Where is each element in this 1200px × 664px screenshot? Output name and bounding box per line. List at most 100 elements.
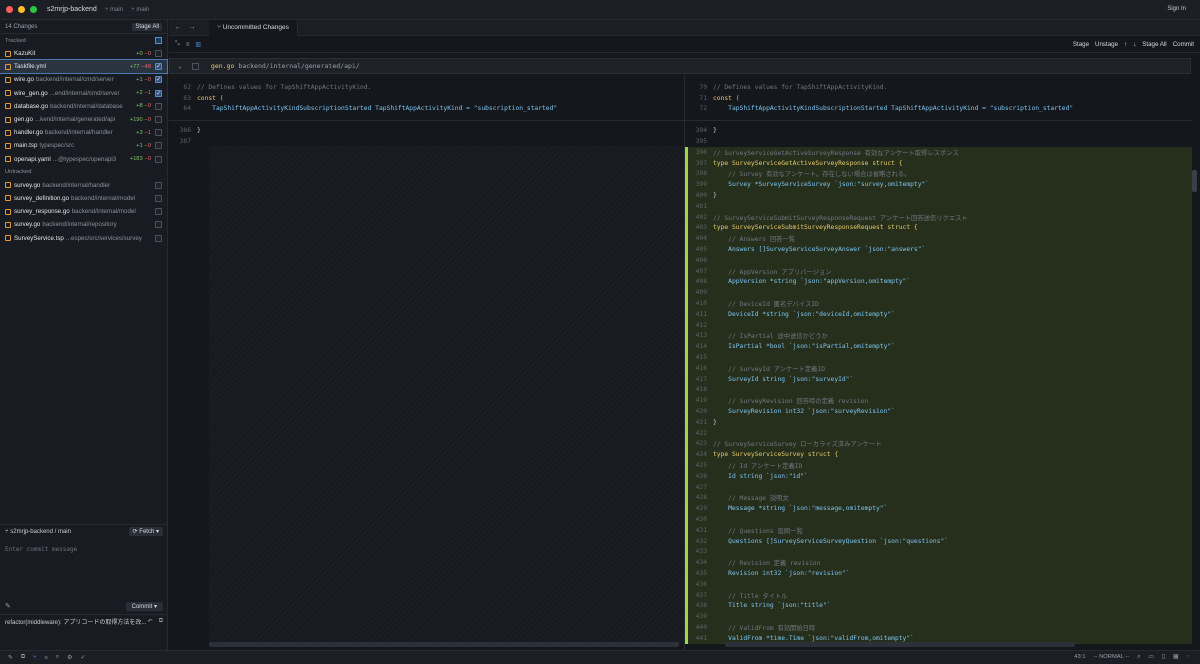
code-line[interactable]: 439 — [685, 611, 1192, 623]
stage-checkbox[interactable] — [155, 50, 162, 58]
stage-checkbox[interactable] — [155, 116, 162, 124]
code-line[interactable]: 437 // Title タイトル — [685, 589, 1192, 601]
commit-message-input[interactable]: Enter commit message — [0, 542, 168, 598]
files-icon[interactable]: ⧉ — [21, 654, 25, 661]
panel-icon[interactable]: ▯ — [1162, 654, 1165, 661]
vertical-scrollbar[interactable] — [1192, 170, 1197, 192]
file-row[interactable]: database.go backend/internal/database +8 −… — [0, 100, 167, 113]
stage-checkbox[interactable] — [155, 102, 162, 110]
commit-button[interactable]: Commit ▾ — [125, 601, 163, 611]
file-row[interactable]: survey_response.go backend/internal/model — [0, 205, 167, 218]
fetch-button[interactable]: ⟳ Fetch ▾ — [128, 527, 163, 536]
file-row[interactable]: handler.go backend/internal/handler +3 −1 — [0, 126, 167, 139]
sign-in-button[interactable]: Sign In — [1167, 6, 1186, 12]
commit-top-button[interactable]: Commit — [1173, 41, 1194, 48]
code-line[interactable]: 402 // SurveyServiceSubmitSurveyResponseR… — [685, 211, 1192, 223]
code-line[interactable]: 426 Id string `json:"id"` — [685, 471, 1192, 482]
file-diff-header[interactable]: ⌄ gen.go backend/internal/generated/api/ — [169, 58, 1191, 74]
stage-checkbox[interactable]: ✓ — [155, 89, 162, 97]
tab-uncommitted-changes[interactable]: ⑂ Uncommitted Changes — [209, 19, 298, 36]
code-line[interactable]: 408 AppVersion *string `json:"appVersion… — [685, 276, 1192, 288]
stage-all-button[interactable]: Stage All — [132, 22, 162, 31]
code-line[interactable]: 407 // AppVersion アプリバージョン — [685, 265, 1192, 277]
copy-icon[interactable]: ⧉ — [159, 618, 163, 625]
code-line[interactable]: 412 — [685, 319, 1192, 331]
code-line[interactable]: 394} — [685, 125, 1192, 136]
code-line[interactable]: 421} — [685, 417, 1192, 428]
code-line[interactable]: 424 type SurveyServiceSurvey struct { — [685, 449, 1192, 461]
check-icon[interactable]: ✓ — [80, 655, 85, 661]
stage-checkbox[interactable]: ✓ — [155, 76, 162, 84]
stage-checkbox[interactable] — [155, 221, 162, 229]
code-line[interactable]: 399 Survey *SurveyServiceSurvey `json:"s… — [685, 179, 1192, 191]
code-line[interactable]: 395 — [685, 136, 1192, 147]
code-line[interactable]: 64 TapShiftAppActivityKindSubscriptionSt… — [169, 104, 684, 115]
code-line[interactable]: 397 type SurveyServiceGetActiveSurveyResp… — [685, 157, 1192, 169]
code-line[interactable]: 404 // Answers 回答一覧 — [685, 233, 1192, 245]
split-view-icon[interactable]: ▥ — [195, 41, 201, 48]
undo-icon[interactable]: ↶ — [148, 618, 153, 625]
layout-icon[interactable]: ▦ — [1173, 654, 1178, 661]
down-arrow-icon[interactable]: ↓ — [1133, 41, 1136, 48]
code-line[interactable]: 436 — [685, 579, 1192, 590]
code-line[interactable]: 428 // Message 説明文 — [685, 492, 1192, 504]
unified-view-icon[interactable]: ≡ — [186, 42, 190, 48]
code-line[interactable]: 440 // ValidFrom 有効開始日時 — [685, 622, 1192, 633]
code-line[interactable]: 410 // DeviceId 匿名デバイスID — [685, 298, 1192, 309]
forward-arrow-icon[interactable]: → — [187, 24, 197, 31]
code-line[interactable]: 429 Message *string `json:"message,omite… — [685, 503, 1192, 515]
unstage-button[interactable]: Unstage — [1095, 41, 1118, 48]
stage-checkbox[interactable] — [155, 155, 162, 163]
window-controls[interactable] — [6, 6, 37, 13]
code-line[interactable]: 414 IsPartial *bool `json:"isPartial,omi… — [685, 341, 1192, 353]
code-line[interactable]: 432 Questions []SurveyServiceSurveyQuest… — [685, 535, 1192, 547]
file-row[interactable]: KazuKit +0 −0 — [0, 47, 167, 60]
stage-checkbox[interactable]: ✓ — [155, 63, 162, 71]
code-line[interactable]: 63 const ( — [169, 93, 684, 104]
left-diff-pane[interactable]: 62 // Defines values for TapShiftAppActiv… — [169, 75, 684, 650]
zoom-window-button[interactable] — [30, 6, 37, 13]
settings-icon[interactable]: ⚙ — [67, 655, 72, 661]
repo-name[interactable]: s2mrjp-backend — [47, 6, 97, 13]
file-row[interactable]: main.tsp typespec/src +1 −0 — [0, 139, 167, 152]
code-line[interactable]: 411 DeviceId *string `json:"deviceId,omi… — [685, 309, 1192, 320]
close-window-button[interactable] — [6, 6, 13, 13]
branch-icon[interactable]: ⑂ — [33, 655, 36, 661]
code-line[interactable]: 401 — [685, 201, 1192, 212]
file-row[interactable]: gen.go ...kend/internal/generated/api +190… — [0, 113, 167, 126]
stage-button[interactable]: Stage — [1073, 41, 1089, 48]
right-diff-pane[interactable]: 70 // Defines values for TapShiftAppActiv… — [685, 75, 1192, 650]
code-line[interactable]: 387 — [169, 136, 684, 147]
code-line[interactable]: 430 — [685, 514, 1192, 525]
chevron-down-icon[interactable]: ⌄ — [178, 62, 182, 70]
branch-b[interactable]: ⑂ main — [131, 7, 149, 13]
file-row[interactable]: survey_definition.go backend/internal/mod… — [0, 192, 167, 205]
code-line[interactable]: 434 // Revision 定義 revision — [685, 557, 1192, 569]
edit-icon[interactable]: ✎ — [8, 655, 13, 661]
code-line[interactable]: 427 — [685, 481, 1192, 493]
code-line[interactable]: 403 type SurveyServiceSubmitSurveyRespons… — [685, 222, 1192, 234]
file-row[interactable]: wire.go backend/internal/cmd/server +1 −0 ✓ — [0, 73, 167, 86]
right-horizontal-scrollbar[interactable] — [725, 642, 1075, 647]
pencil-icon[interactable]: ✎ — [5, 602, 11, 610]
code-line[interactable]: 416 // SurveyId アンケート定義ID — [685, 363, 1192, 374]
code-line[interactable]: 425 // Id アンケート定義ID — [685, 460, 1192, 471]
code-line[interactable]: 423 // SurveyServiceSurvey ローカライズ済みアンケート — [685, 438, 1192, 450]
code-line[interactable]: 386} — [169, 125, 684, 136]
code-line[interactable]: 71 const ( — [685, 93, 1192, 104]
code-line[interactable]: 438 Title string `json:"title"` — [685, 600, 1192, 612]
stage-checkbox[interactable] — [155, 208, 162, 216]
code-line[interactable]: 398 // Survey 有効なアンケート。存在しない場合は省略される。 — [685, 168, 1192, 180]
code-line[interactable]: 422 — [685, 427, 1192, 439]
code-line[interactable]: 413 // IsPartial 途中送信かどうか — [685, 330, 1192, 342]
code-line[interactable]: 405 Answers []SurveyServiceSurveyAnswer … — [685, 244, 1192, 255]
stage-checkbox[interactable] — [155, 129, 162, 137]
code-line[interactable]: 418 — [685, 384, 1192, 396]
code-line[interactable]: 72 TapShiftAppActivityKindSubscriptionSt… — [685, 104, 1192, 115]
file-stage-checkbox[interactable] — [191, 62, 199, 70]
terminal-icon[interactable]: ▭ — [1148, 654, 1153, 661]
search-status-icon[interactable]: ⌕ — [1137, 654, 1140, 661]
file-row[interactable]: SurveyService.tsp ...espec/src/services/s… — [0, 231, 167, 244]
minimize-window-button[interactable] — [18, 6, 25, 13]
tracked-group-checkbox[interactable] — [155, 37, 162, 44]
